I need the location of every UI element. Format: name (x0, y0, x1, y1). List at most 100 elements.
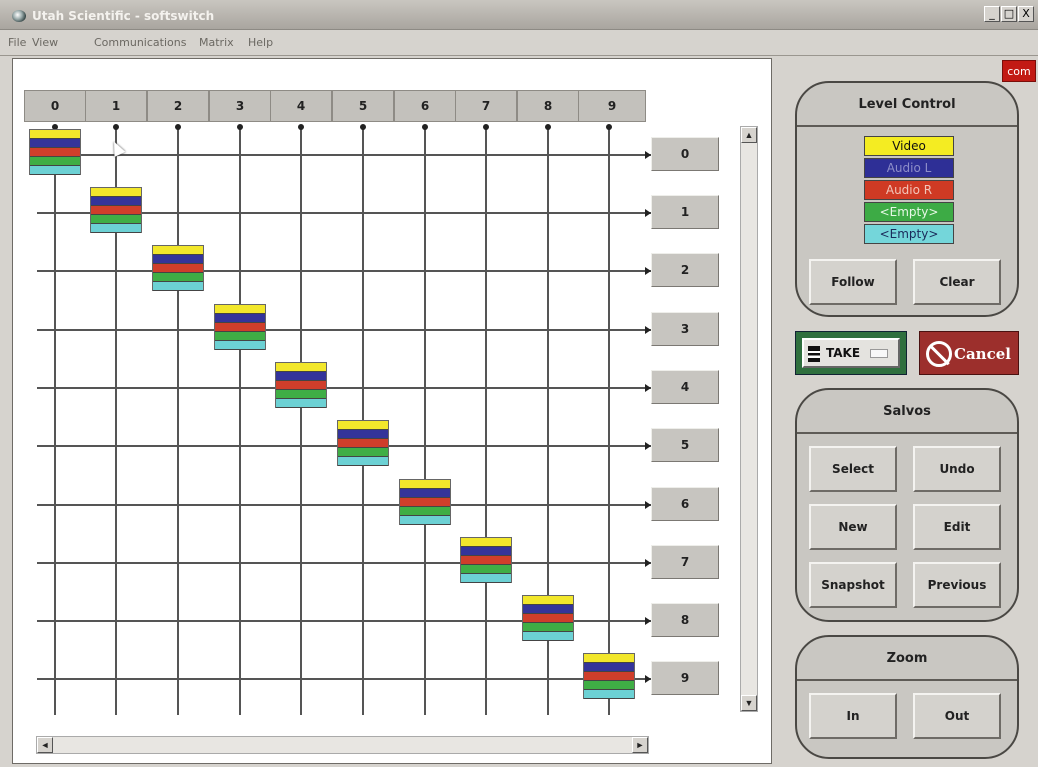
clear-button[interactable]: Clear (913, 259, 1001, 305)
level-stripe (153, 282, 203, 291)
output-line (37, 387, 651, 389)
input-header[interactable]: 3 (209, 90, 271, 122)
crosspoint[interactable] (152, 245, 204, 291)
level-stripe (523, 605, 573, 614)
take-icon (808, 346, 820, 362)
horizontal-scrollbar[interactable]: ◄ ► (36, 736, 649, 754)
level-stripe (584, 672, 634, 681)
app-icon[interactable] (12, 10, 26, 22)
divider (797, 125, 1017, 127)
undo-button[interactable]: Undo (913, 446, 1001, 492)
level-stripe (276, 399, 326, 408)
level-stripe (276, 363, 326, 372)
crosspoint[interactable] (90, 187, 142, 233)
output-label[interactable]: 9 (651, 661, 719, 695)
level-stripe (153, 273, 203, 282)
output-line (37, 154, 651, 156)
input-header[interactable]: 8 (517, 90, 579, 122)
input-header[interactable]: 6 (394, 90, 456, 122)
level-stripe (523, 623, 573, 632)
output-label[interactable]: 4 (651, 370, 719, 404)
crosspoint[interactable] (460, 537, 512, 583)
snapshot-button[interactable]: Snapshot (809, 562, 897, 608)
maximize-button[interactable]: □ (1001, 6, 1017, 22)
output-label[interactable]: 7 (651, 545, 719, 579)
crosspoint[interactable] (337, 420, 389, 466)
level-stripe (153, 246, 203, 255)
input-header[interactable]: 7 (455, 90, 517, 122)
level-audio-l[interactable]: Audio L (864, 158, 954, 178)
output-label[interactable]: 2 (651, 253, 719, 287)
crosspoint[interactable] (522, 595, 574, 641)
crosspoint-matrix[interactable]: 01234567890123456789 ▲ ▼ ◄ ► (12, 58, 772, 764)
input-node-icon (298, 124, 304, 130)
level-stripe (91, 224, 141, 233)
level-control-title: Level Control (858, 97, 956, 112)
output-label[interactable]: 8 (651, 603, 719, 637)
level-stripe (215, 323, 265, 332)
crosspoint[interactable] (29, 129, 81, 175)
level-stripe (461, 565, 511, 574)
input-header[interactable]: 2 (147, 90, 209, 122)
input-node-icon (422, 124, 428, 130)
scroll-up-button[interactable]: ▲ (741, 127, 757, 143)
take-button[interactable]: TAKE (795, 331, 907, 375)
menu-file[interactable]: File (8, 36, 26, 49)
minimize-button[interactable]: _ (984, 6, 1000, 22)
close-button[interactable]: X (1018, 6, 1034, 22)
input-header[interactable]: 9 (578, 90, 646, 122)
title-bar: Utah Scientific - softswitch _ □ X (0, 0, 1038, 30)
zoom-title: Zoom (886, 651, 928, 666)
follow-button[interactable]: Follow (809, 259, 897, 305)
input-header[interactable]: 5 (332, 90, 394, 122)
cancel-icon (926, 341, 952, 367)
level-empty-4[interactable]: <Empty> (864, 202, 954, 222)
level-stripe (584, 654, 634, 663)
input-line (485, 127, 487, 715)
level-stripe (400, 489, 450, 498)
output-label[interactable]: 3 (651, 312, 719, 346)
scroll-right-button[interactable]: ► (632, 737, 648, 753)
level-empty-5[interactable]: <Empty> (864, 224, 954, 244)
menu-help[interactable]: Help (248, 36, 273, 49)
take-label: TAKE (826, 346, 861, 360)
input-line (54, 127, 56, 715)
level-stripe (91, 215, 141, 224)
input-header[interactable]: 0 (24, 90, 86, 122)
level-audio-r[interactable]: Audio R (864, 180, 954, 200)
crosspoint[interactable] (214, 304, 266, 350)
menu-communications[interactable]: Communications (94, 36, 186, 49)
level-stripe (338, 421, 388, 430)
level-stripe (461, 574, 511, 583)
output-label[interactable]: 1 (651, 195, 719, 229)
output-line (37, 562, 651, 564)
output-label[interactable]: 6 (651, 487, 719, 521)
edit-salvo-button[interactable]: Edit (913, 504, 1001, 550)
level-video[interactable]: Video (864, 136, 954, 156)
new-salvo-button[interactable]: New (809, 504, 897, 550)
zoom-out-button[interactable]: Out (913, 693, 1001, 739)
level-stripe (215, 314, 265, 323)
output-label[interactable]: 5 (651, 428, 719, 462)
input-node-icon (113, 124, 119, 130)
crosspoint[interactable] (399, 479, 451, 525)
divider (797, 679, 1017, 681)
input-node-icon (175, 124, 181, 130)
scroll-down-button[interactable]: ▼ (741, 695, 757, 711)
input-header[interactable]: 1 (85, 90, 147, 122)
previous-button[interactable]: Previous (913, 562, 1001, 608)
menu-matrix[interactable]: Matrix (199, 36, 234, 49)
output-label[interactable]: 0 (651, 137, 719, 171)
input-header[interactable]: 4 (270, 90, 332, 122)
cancel-button[interactable]: Cancel (919, 331, 1019, 375)
level-stripe (276, 381, 326, 390)
scroll-left-button[interactable]: ◄ (37, 737, 53, 753)
crosspoint[interactable] (583, 653, 635, 699)
level-stripe (276, 390, 326, 399)
vertical-scrollbar[interactable]: ▲ ▼ (740, 126, 758, 712)
level-stripe (215, 341, 265, 350)
menu-view[interactable]: View (32, 36, 58, 49)
zoom-in-button[interactable]: In (809, 693, 897, 739)
select-salvo-button[interactable]: Select (809, 446, 897, 492)
crosspoint[interactable] (275, 362, 327, 408)
